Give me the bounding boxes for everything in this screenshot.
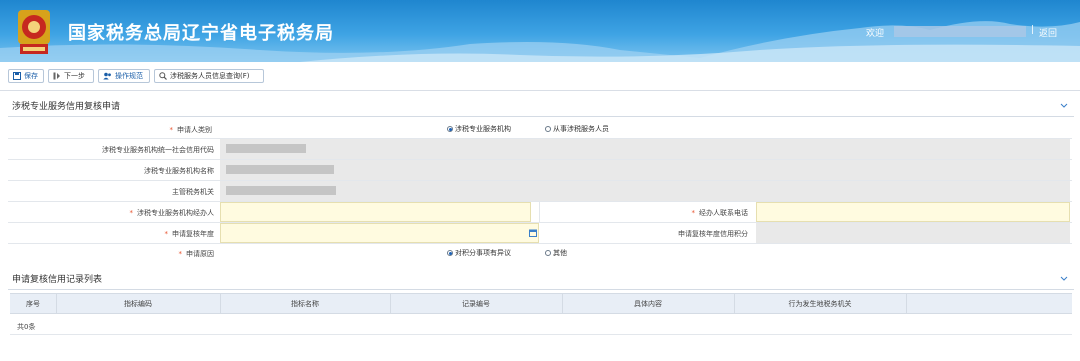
review-year-score-label: 申请复核年度信用积分 xyxy=(678,230,748,238)
chevron-down-icon[interactable] xyxy=(1060,101,1068,109)
staff-query-label: 涉税服务人员信息查询(F) xyxy=(170,72,250,80)
radio-reason-dispute[interactable]: 对积分事项有异议 xyxy=(447,248,511,258)
reason-row: * 申请原因 对积分事项有异议 其他 xyxy=(8,244,1072,262)
save-icon xyxy=(13,72,21,80)
org-name-field xyxy=(220,160,1070,180)
col-indicator-code: 指标编码 xyxy=(124,300,152,308)
next-button[interactable]: 下一步 xyxy=(48,69,94,83)
tax-authority-row: 主管税务机关 xyxy=(8,181,1072,202)
chevron-down-icon[interactable] xyxy=(1060,274,1068,282)
form-section-title: 涉税专业服务信用复核申请 xyxy=(12,102,121,112)
masked-credit-code xyxy=(226,144,306,153)
masked-tax-authority xyxy=(226,186,336,195)
list-section-title: 申请复核信用记录列表 xyxy=(12,275,103,285)
tax-authority-field xyxy=(220,181,1070,201)
masked-user-name xyxy=(894,26,1026,37)
operation-guide-label: 操作规范 xyxy=(115,72,143,80)
next-icon xyxy=(53,72,60,80)
col-index: 序号 xyxy=(26,300,40,308)
save-button[interactable]: 保存 xyxy=(8,69,44,83)
col-indicator-name: 指标名称 xyxy=(291,300,319,308)
table-footer-line xyxy=(10,334,1072,335)
tax-authority-label: 主管税务机关 xyxy=(172,188,214,196)
site-title: 国家税务总局辽宁省电子税务局 xyxy=(68,23,334,44)
org-name-label: 涉税专业服务机构名称 xyxy=(144,167,214,175)
applicant-type-label: * 申请人类别 xyxy=(169,126,213,134)
col-record-number: 记录编号 xyxy=(462,300,490,308)
handler-phone-label: * 经办人联系电话 xyxy=(691,209,749,217)
list-section-header[interactable]: 申请复核信用记录列表 xyxy=(8,271,1074,290)
radio-org[interactable]: 涉税专业服务机构 xyxy=(447,124,511,134)
review-year-score-field xyxy=(756,223,1070,243)
welcome-text: 欢迎 xyxy=(866,29,885,39)
tax-emblem-icon xyxy=(18,10,50,54)
back-link[interactable]: 返回 xyxy=(1039,26,1057,39)
users-icon xyxy=(103,72,111,80)
handler-label: * 涉税专业服务机构经办人 xyxy=(129,209,215,217)
save-label: 保存 xyxy=(24,72,38,80)
credit-code-field xyxy=(220,139,1070,159)
records-table-header: 序号 指标编码 指标名称 记录编号 具体内容 行为发生地税务机关 xyxy=(10,293,1072,314)
toolbar: 保存 下一步 操作规范 涉税服务人员信息查询(F) xyxy=(0,66,1080,88)
reason-label: * 申请原因 xyxy=(178,250,215,258)
radio-person[interactable]: 从事涉税服务人员 xyxy=(545,124,609,134)
search-icon xyxy=(159,72,167,80)
form-section-header[interactable]: 涉税专业服务信用复核申请 xyxy=(8,98,1074,117)
review-year-input[interactable] xyxy=(220,223,539,243)
credit-code-label: 涉税专业服务机构统一社会信用代码 xyxy=(102,146,214,154)
col-tax-authority: 行为发生地税务机关 xyxy=(788,300,852,308)
column-divider xyxy=(539,202,540,222)
next-label: 下一步 xyxy=(64,72,85,80)
credit-code-row: 涉税专业服务机构统一社会信用代码 xyxy=(8,139,1072,160)
site-header: 国家税务总局辽宁省电子税务局 欢迎 | 返回 xyxy=(0,0,1080,62)
col-divider xyxy=(906,294,907,313)
handler-input[interactable] xyxy=(220,202,531,222)
col-content: 具体内容 xyxy=(634,300,662,308)
toolbar-divider xyxy=(0,90,1080,91)
review-year-row: * 申请复核年度 申请复核年度信用积分 xyxy=(8,223,1072,244)
handler-phone-input[interactable] xyxy=(756,202,1070,222)
applicant-type-row: * 申请人类别 涉税专业服务机构 从事涉税服务人员 xyxy=(8,120,1072,139)
radio-reason-other[interactable]: 其他 xyxy=(545,248,567,258)
staff-query-button[interactable]: 涉税服务人员信息查询(F) xyxy=(154,69,264,83)
masked-org-name xyxy=(226,165,334,174)
header-separator: | xyxy=(1031,25,1035,35)
handler-row: * 涉税专业服务机构经办人 * 经办人联系电话 xyxy=(8,202,1072,223)
calendar-icon[interactable] xyxy=(529,229,537,237)
operation-guide-button[interactable]: 操作规范 xyxy=(98,69,150,83)
records-total: 共0条 xyxy=(17,323,36,331)
review-year-label: * 申请复核年度 xyxy=(164,230,215,238)
org-name-row: 涉税专业服务机构名称 xyxy=(8,160,1072,181)
